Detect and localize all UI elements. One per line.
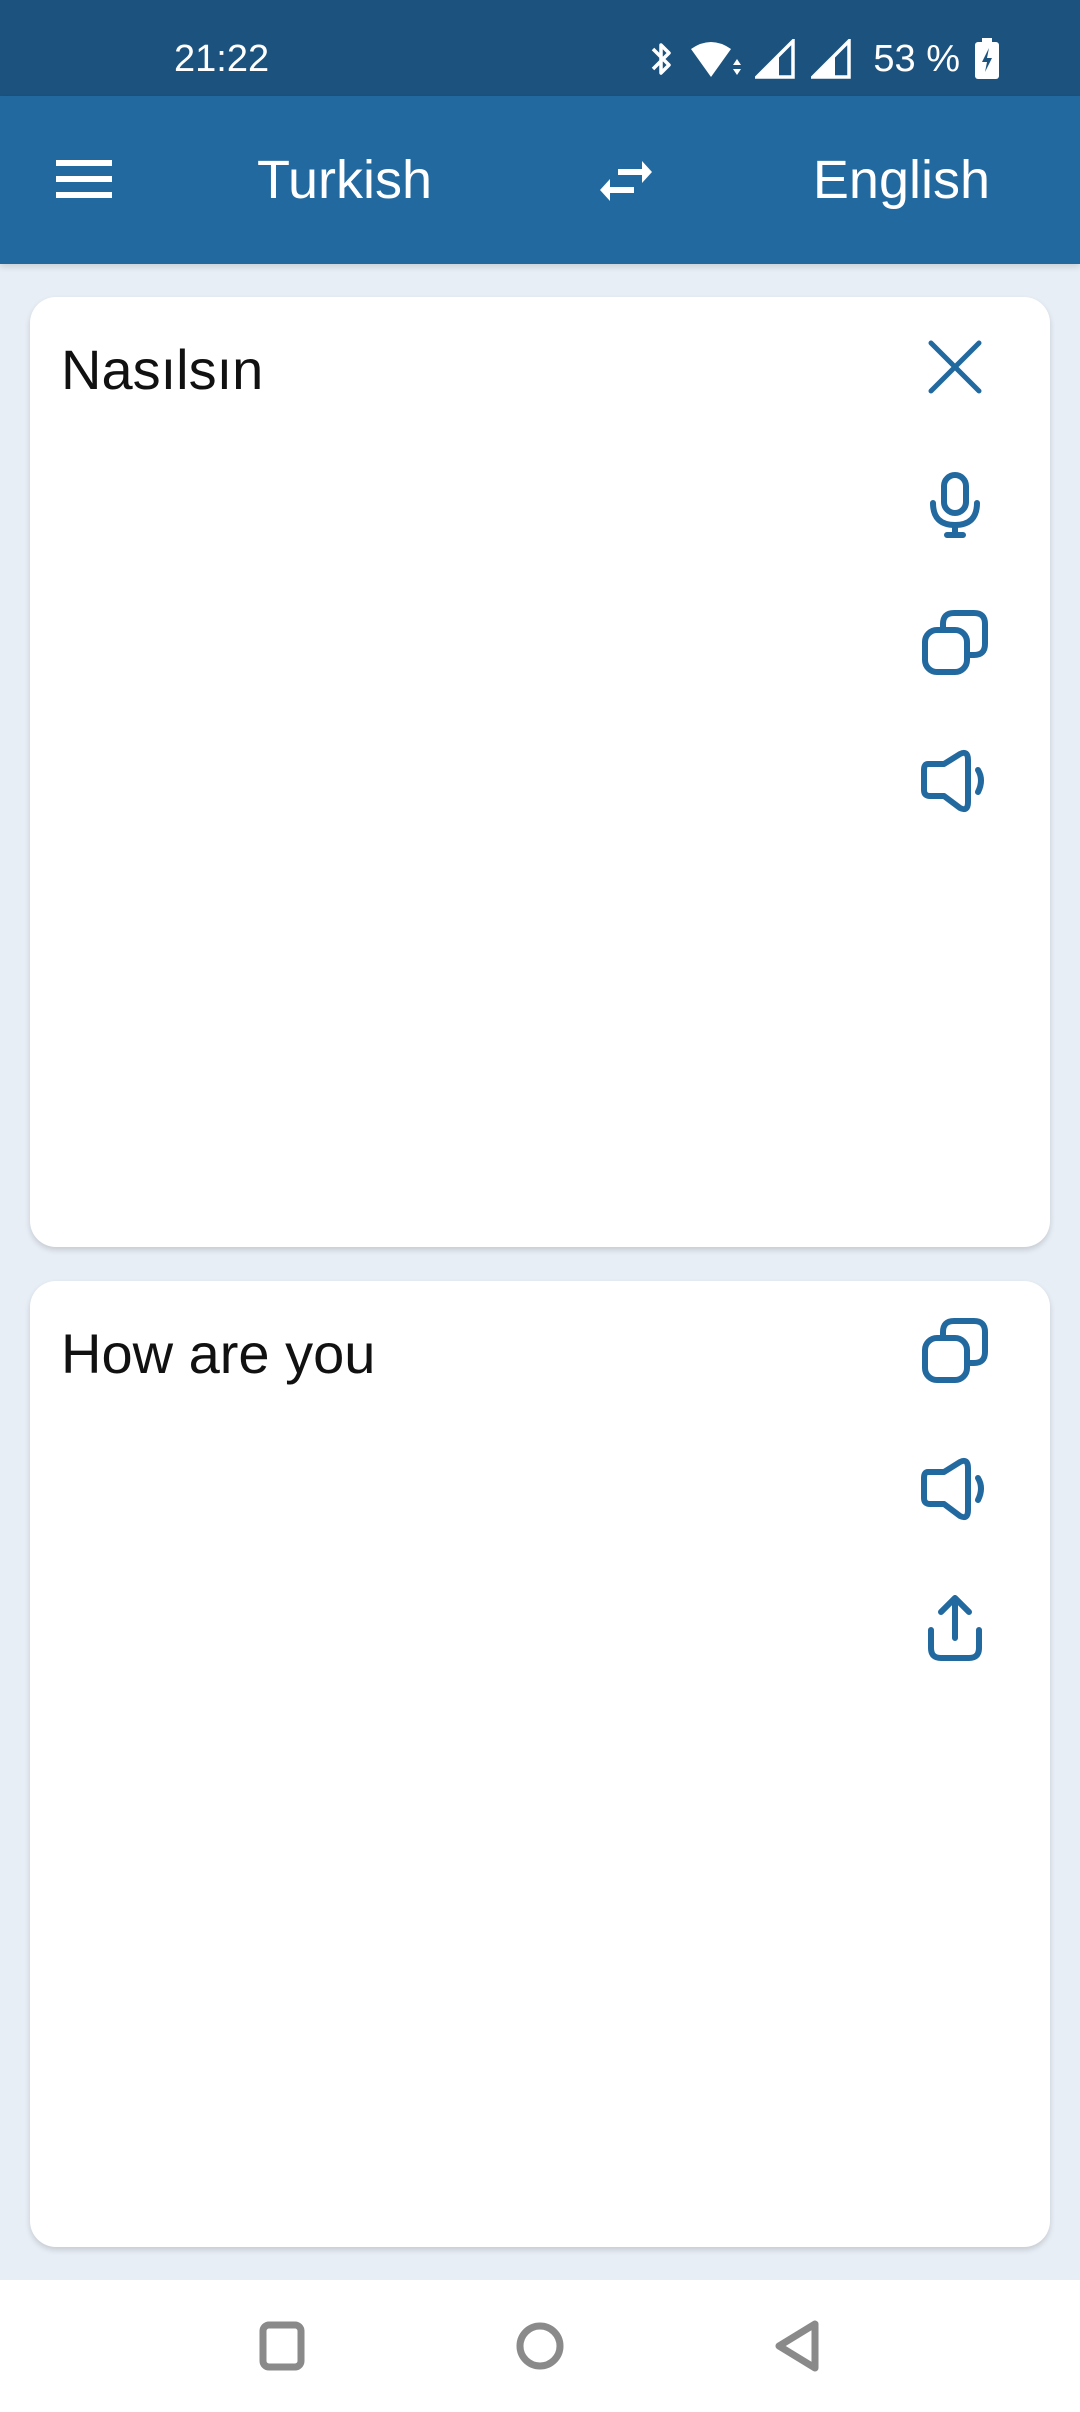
status-bar: 21:22 53 % bbox=[0, 0, 1080, 96]
app-bar: Turkish English bbox=[0, 96, 1080, 264]
bluetooth-icon bbox=[652, 43, 672, 75]
share-button[interactable] bbox=[905, 1577, 1005, 1677]
translation-text: How are you bbox=[61, 1322, 376, 1385]
copy-icon bbox=[922, 610, 988, 675]
clear-button[interactable] bbox=[905, 317, 1005, 417]
signal-icon bbox=[811, 39, 852, 79]
wifi-icon bbox=[691, 42, 742, 77]
microphone-icon bbox=[930, 472, 980, 538]
menu-button[interactable] bbox=[40, 140, 128, 220]
speak-button[interactable] bbox=[905, 731, 1005, 831]
system-nav-bar bbox=[0, 2280, 1080, 2412]
recents-button[interactable] bbox=[232, 2306, 332, 2386]
copy-icon bbox=[922, 1318, 988, 1383]
speak-translation-button[interactable] bbox=[905, 1439, 1005, 1539]
status-icons: 53 % bbox=[647, 34, 1000, 84]
status-time: 21:22 bbox=[174, 38, 270, 80]
target-language-selector[interactable]: English bbox=[813, 148, 990, 212]
battery-percent: 53 % bbox=[873, 37, 960, 80]
back-button[interactable] bbox=[748, 2306, 848, 2386]
speaker-icon bbox=[921, 749, 984, 813]
share-icon bbox=[928, 1595, 982, 1661]
home-icon bbox=[516, 2322, 564, 2370]
swap-languages-button[interactable] bbox=[584, 146, 668, 216]
speaker-icon bbox=[921, 1457, 984, 1521]
microphone-button[interactable] bbox=[905, 455, 1005, 555]
copy-translation-button[interactable] bbox=[905, 1301, 1005, 1401]
recents-icon bbox=[259, 2321, 305, 2371]
close-icon bbox=[928, 340, 982, 394]
home-button[interactable] bbox=[490, 2306, 590, 2386]
back-icon bbox=[775, 2320, 819, 2372]
copy-button[interactable] bbox=[905, 593, 1005, 693]
battery-charging-icon bbox=[975, 38, 999, 79]
swap-arrows-icon bbox=[600, 161, 652, 201]
source-text-input[interactable]: Nasılsın bbox=[61, 337, 263, 402]
translation-card: How are you bbox=[30, 1281, 1050, 2247]
source-language-selector[interactable]: Turkish bbox=[257, 148, 432, 212]
hamburger-menu-icon bbox=[56, 160, 112, 198]
signal-icon bbox=[755, 39, 796, 79]
source-text-card[interactable]: Nasılsın bbox=[30, 297, 1050, 1247]
